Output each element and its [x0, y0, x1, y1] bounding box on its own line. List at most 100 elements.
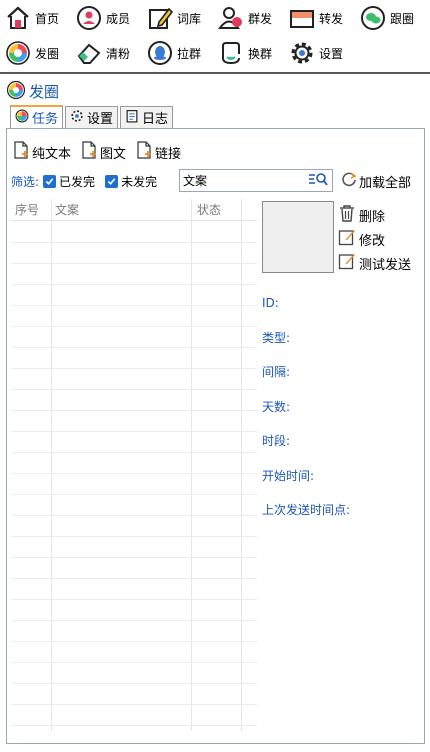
- page-title: 发圈: [29, 82, 60, 101]
- column-header-status[interactable]: 状态: [193, 199, 221, 221]
- toolbar-member-label: 成员: [106, 11, 131, 26]
- table-row-line: [11, 389, 257, 390]
- tab-bar: 任务 设置 日志: [10, 105, 175, 128]
- toolbar-settings[interactable]: 设置: [288, 37, 343, 69]
- add-link-button[interactable]: 链接: [136, 141, 181, 163]
- table-row-line: [11, 599, 257, 600]
- toolbar-switch-group[interactable]: 换群: [217, 37, 272, 69]
- edit-icon: [338, 252, 356, 274]
- tab-tasks[interactable]: 任务: [10, 105, 64, 128]
- toolbar-member[interactable]: 成员: [75, 2, 130, 34]
- detail-interval: 间隔:: [262, 365, 291, 379]
- toolbar-post-moments[interactable]: 发圈: [4, 37, 59, 69]
- table-row-line: [11, 683, 257, 684]
- edit-label: 修改: [359, 233, 386, 249]
- toolbar-divider: [0, 72, 430, 74]
- new-file-icon: [13, 141, 29, 163]
- detail-period: 时段:: [262, 434, 291, 448]
- toolbar-forward[interactable]: 转发: [288, 2, 343, 34]
- column-header-index[interactable]: 序号: [11, 199, 39, 221]
- task-details: ID: 类型: 间隔: 天数: 时段: 开始时间: 上次发送时间点:: [262, 291, 350, 533]
- group-send-icon: [217, 4, 245, 32]
- detail-days: 天数:: [262, 399, 291, 414]
- tab-log[interactable]: 日志: [120, 106, 174, 128]
- eraser-icon: [75, 39, 103, 67]
- table-row-line: [11, 578, 257, 579]
- detail-id: ID:: [262, 296, 279, 310]
- tab-settings-label: 设置: [87, 112, 114, 127]
- toolbar-group-send-label: 群发: [248, 11, 273, 26]
- table-row-line: [11, 242, 257, 243]
- toolbar-post-moments-label: 发圈: [35, 46, 60, 61]
- toolbar-pull-group-label: 拉群: [177, 46, 202, 61]
- action-list: 删除 修改 测试发送: [338, 203, 411, 275]
- table-row-line: [11, 620, 257, 621]
- checkmark-icon: [105, 174, 119, 188]
- table-row-line: [11, 515, 257, 516]
- add-image-text-button[interactable]: 图文: [81, 141, 126, 163]
- sent-checkbox-label: 已发完: [59, 174, 96, 189]
- table-row-line: [11, 326, 257, 327]
- detail-last-send-time: 上次发送时间点:: [262, 503, 351, 517]
- test-send-button[interactable]: 测试发送: [338, 251, 411, 275]
- toolbar-follow-moments[interactable]: 跟圈: [359, 2, 414, 34]
- add-image-text-label: 图文: [100, 146, 127, 162]
- table-row-line: [11, 704, 257, 705]
- tab-settings[interactable]: 设置: [65, 106, 119, 128]
- sent-checkbox[interactable]: 已发完: [43, 173, 95, 190]
- toolbar-follow-moments-label: 跟圈: [390, 11, 415, 26]
- column-header-content[interactable]: 文案: [51, 199, 79, 221]
- add-text-label: 纯文本: [32, 146, 72, 162]
- unsent-checkbox[interactable]: 未发完: [105, 173, 157, 190]
- add-text-button[interactable]: 纯文本: [13, 141, 71, 163]
- toolbar-forward-label: 转发: [319, 11, 344, 26]
- moments-icon: [15, 109, 29, 127]
- toolbar-pull-group[interactable]: 拉群: [146, 37, 201, 69]
- table-row-line: [11, 263, 257, 264]
- qq-icon: [146, 39, 174, 67]
- trash-icon: [338, 204, 356, 226]
- toolbar-settings-label: 设置: [319, 46, 344, 61]
- refresh-icon: [341, 171, 357, 191]
- filter-bar: 筛选: 已发完 未发完 加载全部: [11, 169, 421, 193]
- member-icon: [75, 4, 103, 32]
- add-link-label: 链接: [155, 146, 182, 162]
- load-all-label: 加载全部: [359, 175, 412, 191]
- toolbar-group-send[interactable]: 群发: [217, 2, 272, 34]
- toolbar-home[interactable]: 首页: [4, 2, 59, 34]
- toolbar-clear-fans-label: 清粉: [106, 46, 131, 61]
- table-row-line: [11, 641, 257, 642]
- unsent-checkbox-label: 未发完: [121, 174, 158, 189]
- new-file-icon: [81, 141, 97, 163]
- image-preview: [262, 201, 334, 273]
- forward-icon: [288, 4, 316, 32]
- column-divider: [51, 199, 52, 731]
- column-divider: [241, 199, 242, 731]
- gear-icon: [70, 109, 84, 127]
- moments-icon: [4, 39, 32, 67]
- table-row-line: [11, 431, 257, 432]
- table-row-line: [11, 494, 257, 495]
- table-row-line: [11, 536, 257, 537]
- toolbar-clear-fans[interactable]: 清粉: [75, 37, 130, 69]
- search-icon[interactable]: [308, 171, 328, 190]
- table-row-line: [11, 284, 257, 285]
- toolbar-lexicon[interactable]: 词库: [146, 2, 201, 34]
- load-all-button[interactable]: 加载全部: [341, 171, 411, 191]
- column-divider: [191, 199, 192, 731]
- edit-icon: [146, 4, 174, 32]
- table-row-line: [11, 305, 257, 306]
- table-row-line: [11, 347, 257, 348]
- tab-log-label: 日志: [142, 112, 169, 127]
- delete-button[interactable]: 删除: [338, 203, 411, 227]
- toolbar-switch-group-label: 换群: [248, 46, 273, 61]
- search-input[interactable]: [180, 170, 304, 191]
- detail-start-time: 开始时间:: [262, 468, 315, 483]
- new-file-icon: [136, 141, 152, 163]
- switch-group-icon: [217, 39, 245, 67]
- toolbar-lexicon-label: 词库: [177, 11, 202, 26]
- delete-label: 删除: [359, 209, 386, 225]
- table-row-line: [11, 473, 257, 474]
- checkmark-icon: [43, 174, 57, 188]
- edit-button[interactable]: 修改: [338, 227, 411, 251]
